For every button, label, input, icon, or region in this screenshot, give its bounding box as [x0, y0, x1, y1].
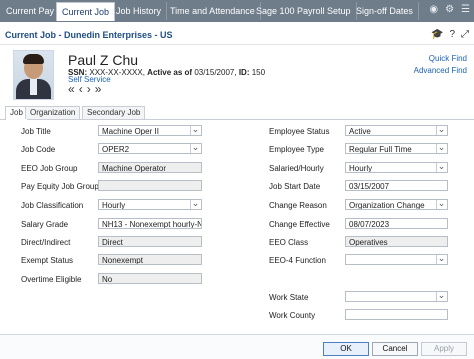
work-county-label: Work County [269, 311, 316, 320]
tab-current-pay[interactable]: Current Pay [1, 2, 61, 20]
salary-grade-label: Salary Grade [21, 220, 69, 229]
job-classification-select[interactable]: Hourly [98, 199, 202, 210]
job-code-label: Job Code [21, 145, 56, 154]
job-title-select[interactable]: Machine Oper II [98, 125, 202, 136]
cancel-button[interactable]: Cancel [372, 342, 418, 356]
salaried-hourly-select[interactable]: Hourly [345, 162, 448, 173]
eeo4-function-select[interactable] [345, 254, 448, 265]
menu-icon[interactable]: ☰ [461, 4, 470, 15]
eeo-class-label: EEO Class [269, 238, 309, 247]
apply-button[interactable]: Apply [421, 342, 467, 356]
tab-job-history[interactable]: Job History [111, 2, 168, 20]
employee-status-label: Employee Status [269, 127, 330, 136]
change-effective-field[interactable]: 08/07/2023 [345, 218, 448, 229]
work-state-select[interactable] [345, 291, 448, 302]
direct-indirect-field: Direct [98, 236, 202, 247]
direct-indirect-label: Direct/Indirect [21, 238, 71, 247]
user-icon[interactable]: ◉ [429, 4, 438, 15]
page-title: Current Job - Dunedin Enterprises - US [5, 30, 173, 40]
tab-sage-payroll-setup[interactable]: Sage 100 Payroll Setup [251, 2, 357, 20]
graduation-cap-icon[interactable]: 🎓 [431, 29, 443, 40]
tab-sign-off-dates[interactable]: Sign-off Dates [351, 2, 419, 20]
eeo-job-group-label: EEO Job Group [21, 164, 78, 173]
change-effective-label: Change Effective [269, 220, 330, 229]
help-icon[interactable]: ? [449, 29, 455, 40]
change-reason-label: Change Reason [269, 201, 327, 210]
button-bar: OK Cancel Apply [0, 334, 474, 359]
employee-photo [13, 50, 54, 100]
exempt-status-field: Nonexempt [98, 254, 202, 265]
overtime-eligible-field: No [98, 273, 202, 284]
work-county-field[interactable] [345, 309, 448, 320]
employee-status-select[interactable]: Active [345, 125, 448, 136]
employee-name: Paul Z Chu [68, 52, 139, 68]
ok-button[interactable]: OK [323, 342, 369, 356]
eeo4-function-label: EEO-4 Function [269, 256, 326, 265]
eeo-job-group-field: Machine Operator [98, 162, 202, 173]
work-state-label: Work State [269, 293, 309, 302]
pay-equity-job-group-field [98, 180, 202, 191]
sub-tab-bar: Job Organization Secondary Job [0, 106, 474, 120]
expand-icon[interactable]: ⤢ [461, 29, 469, 40]
salary-grade-field[interactable]: NH13 - Nonexempt hourly-N [98, 218, 202, 229]
next-record-icon[interactable]: › [87, 82, 95, 96]
previous-record-icon[interactable]: ‹ [79, 82, 87, 96]
record-navigation: «‹›» [68, 82, 105, 96]
eeo-class-field: Operatives [345, 236, 448, 247]
tab-current-job[interactable]: Current Job [56, 2, 116, 21]
job-start-date-label: Job Start Date [269, 182, 321, 191]
quick-find-link[interactable]: Quick Find [429, 54, 467, 63]
tab-organization[interactable]: Organization [25, 106, 81, 119]
job-title-label: Job Title [21, 127, 51, 136]
employee-type-label: Employee Type [269, 145, 324, 154]
tab-secondary-job[interactable]: Secondary Job [82, 106, 146, 119]
gear-icon[interactable]: ⚙ [445, 4, 454, 15]
title-bar: Current Job - Dunedin Enterprises - US 🎓… [0, 26, 474, 45]
job-classification-label: Job Classification [21, 201, 84, 210]
exempt-status-label: Exempt Status [21, 256, 74, 265]
job-code-select[interactable]: OPER2 [98, 143, 202, 154]
last-record-icon[interactable]: » [95, 82, 106, 96]
title-icons: 🎓? ⤢ [425, 29, 469, 40]
first-record-icon[interactable]: « [68, 82, 79, 96]
job-start-date-field[interactable]: 03/15/2007 [345, 180, 448, 191]
employee-type-select[interactable]: Regular Full Time [345, 143, 448, 154]
top-icons: ◉ ⚙ ☰ [422, 4, 470, 15]
salaried-hourly-label: Salaried/Hourly [269, 164, 324, 173]
pay-equity-job-group-label: Pay Equity Job Group [21, 182, 99, 191]
top-tab-bar: Current Pay Current Job Job History Time… [0, 0, 474, 22]
overtime-eligible-label: Overtime Eligible [21, 275, 82, 284]
change-reason-select[interactable]: Organization Change [345, 199, 448, 210]
tab-time-attendance[interactable]: Time and Attendance [165, 2, 261, 20]
advanced-find-link[interactable]: Advanced Find [414, 66, 467, 75]
